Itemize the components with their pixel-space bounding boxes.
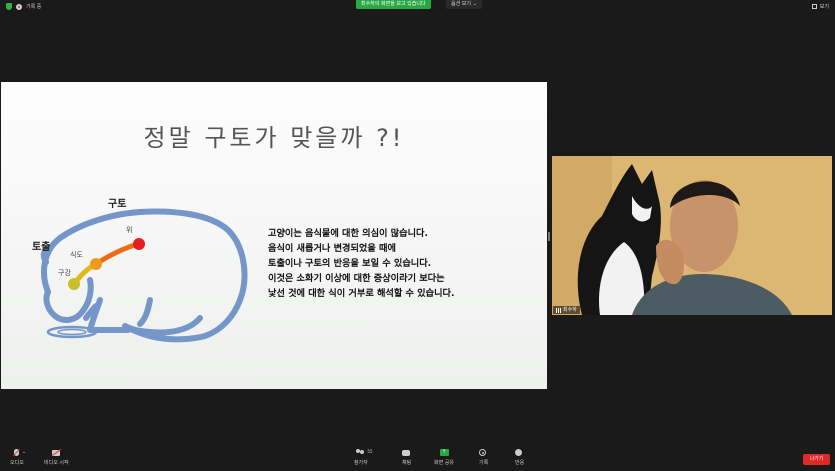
slide-line: 고양이는 음식물에 대한 의심이 많습니다. [268, 228, 428, 239]
cat-paw [83, 297, 131, 333]
start-video-button[interactable]: 비디오 시작 [44, 449, 69, 466]
esophagus-dot [90, 258, 102, 270]
chevron-up-icon[interactable]: ^ [22, 451, 25, 456]
split-resize-handle[interactable] [548, 232, 550, 241]
chat-icon [402, 450, 411, 456]
cat-anatomy-diagram [40, 208, 248, 343]
slide-line: 음식이 새롭거나 변경되었을 때에 [268, 243, 396, 254]
cat-hind-leg [122, 315, 203, 336]
record-button[interactable]: 기록 [479, 449, 488, 466]
participants-button[interactable]: 55 참가자 [354, 449, 373, 466]
mute-button[interactable]: ^ 오디오 [10, 449, 26, 466]
slide-line: 이것은 소화기 이상에 대한 증상이라기 보다는 [268, 273, 445, 284]
reactions-label: 반응 [515, 460, 525, 466]
participants-label: 참가자 [354, 460, 368, 466]
slide-body-text: 고양이는 음식물에 대한 의심이 많습니다. 음식이 새롭거나 변경되었을 때에… [268, 226, 543, 301]
participant-name: 최수하 [563, 307, 577, 313]
mouth-dot [68, 278, 80, 290]
cat-head [40, 247, 94, 323]
esophagus-path-upper [93, 241, 141, 267]
label-mouth: 구강 [58, 269, 71, 277]
participants-count: 55 [367, 449, 373, 454]
mic-muted-icon [14, 449, 20, 456]
grid-icon [811, 4, 817, 9]
label-esophagus: 식도 [70, 251, 83, 259]
share-screen-label: 화면 공유 [434, 460, 454, 466]
leave-button[interactable]: 나가기 [803, 454, 830, 465]
slide-title: 정말 구토가 맞을까 ?! [143, 124, 405, 152]
mute-label: 오디오 [10, 460, 24, 466]
participants-icon [356, 449, 365, 456]
record-label: 기록 [479, 460, 489, 466]
share-screen-button[interactable]: ↑ 화면 공유 [434, 449, 454, 466]
start-video-label: 비디오 시작 [44, 460, 69, 466]
cat-front-leg [137, 297, 153, 327]
share-screen-icon: ↑ [439, 449, 449, 456]
record-button-icon [479, 449, 487, 456]
video-frame [552, 156, 832, 315]
vomit-puddle-inner [57, 328, 87, 336]
signal-icon [556, 307, 561, 313]
label-regurgitation: 토출 [32, 242, 51, 253]
participant-name-tag: 최수하 [553, 306, 580, 314]
camera-off-icon [51, 450, 60, 456]
chat-button[interactable]: 채팅 [402, 449, 411, 466]
view-button[interactable]: 보기 [811, 3, 829, 10]
label-vomit: 구토 [108, 199, 127, 210]
stomach-dot [133, 238, 145, 250]
meeting-toolbar [0, 446, 835, 471]
label-stomach: 위 [126, 226, 133, 234]
smiley-icon [515, 449, 523, 456]
chat-label: 채팅 [402, 460, 412, 466]
view-button-label: 보기 [819, 4, 829, 10]
reactions-button[interactable]: 반응 [515, 449, 524, 466]
slide-line: 토출이나 구토의 반응을 보일 수 있습니다. [268, 258, 432, 269]
participant-video[interactable] [552, 156, 832, 315]
slide-line: 낯선 것에 대한 식이 거부로 해석할 수 있습니다. [268, 288, 455, 299]
